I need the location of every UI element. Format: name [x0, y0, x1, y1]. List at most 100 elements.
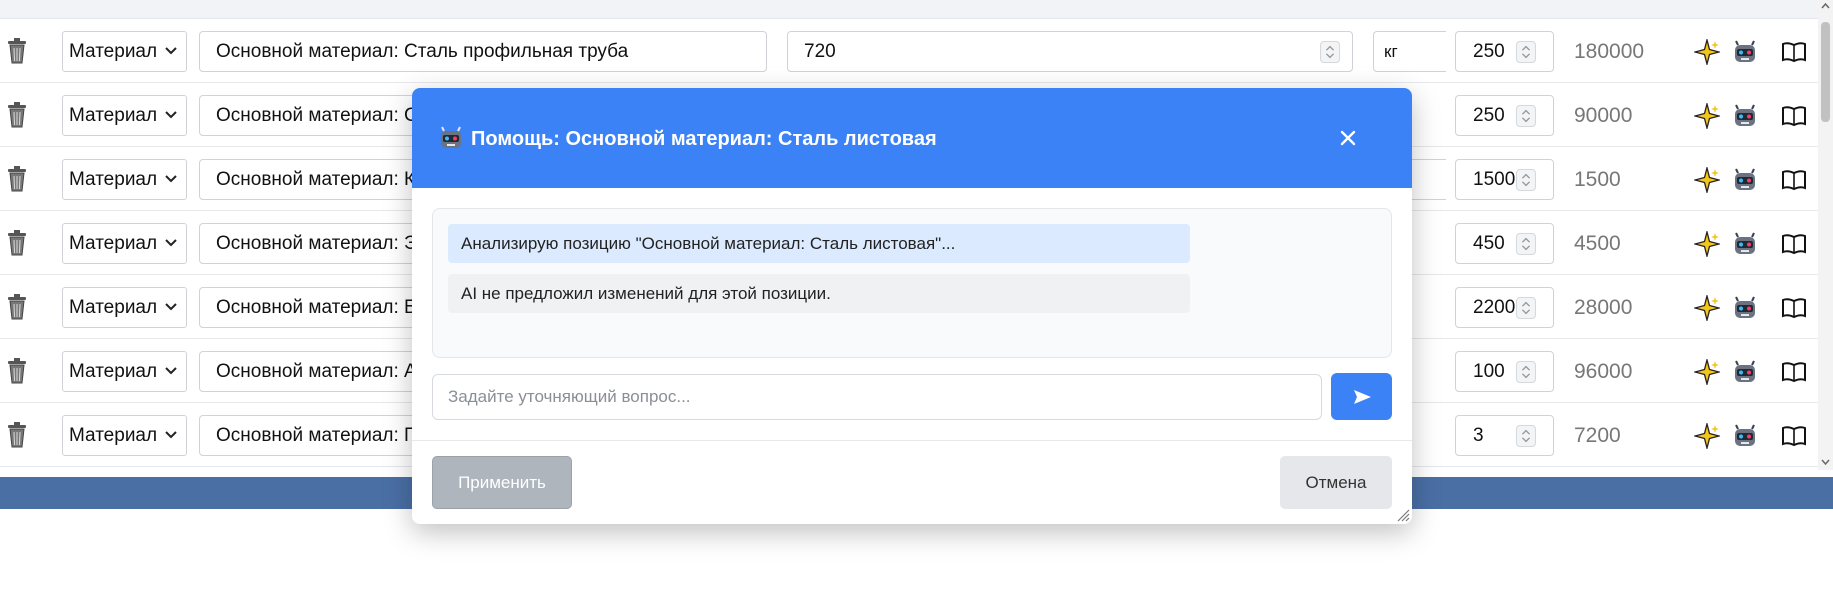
question-input[interactable] — [432, 374, 1322, 420]
page: Материал Основной материал: Сталь профил… — [0, 0, 1833, 595]
type-select-value: Материал — [69, 296, 158, 318]
chevron-down-icon — [165, 239, 177, 247]
send-button[interactable] — [1331, 373, 1392, 420]
modal-divider — [412, 440, 1412, 441]
type-select[interactable]: Материал — [62, 95, 187, 136]
sparkle-icon[interactable] — [1694, 231, 1720, 257]
price-input[interactable]: 100 — [1455, 351, 1554, 392]
spinner-icon[interactable] — [1516, 297, 1536, 319]
sparkle-icon[interactable] — [1694, 423, 1720, 449]
book-icon[interactable] — [1781, 295, 1807, 321]
total-value: 1500 — [1574, 167, 1621, 191]
spinner-icon[interactable] — [1516, 41, 1536, 63]
total-value: 96000 — [1574, 359, 1633, 383]
price-input[interactable]: 2200 — [1455, 287, 1554, 328]
table-row: Материал Основной материал: Сталь профил… — [0, 19, 1818, 83]
chevron-down-icon — [165, 111, 177, 119]
type-select[interactable]: Материал — [62, 31, 187, 72]
robot-icon — [441, 126, 461, 148]
type-select-value: Материал — [69, 360, 158, 382]
total-value: 7200 — [1574, 423, 1621, 447]
scroll-down-icon[interactable] — [1821, 458, 1830, 466]
book-icon[interactable] — [1781, 167, 1807, 193]
spinner-icon[interactable] — [1516, 169, 1536, 191]
sparkle-icon[interactable] — [1694, 359, 1720, 385]
book-icon[interactable] — [1781, 423, 1807, 449]
trash-icon[interactable] — [4, 293, 30, 321]
price-value: 3 — [1473, 424, 1484, 446]
price-value: 250 — [1473, 104, 1505, 126]
price-input[interactable]: 250 — [1455, 95, 1554, 136]
scroll-up-icon[interactable] — [1821, 2, 1830, 10]
robot-icon[interactable] — [1732, 423, 1758, 449]
price-value: 250 — [1473, 40, 1505, 62]
chat-message: AI не предложил изменений для этой позиц… — [448, 274, 1190, 313]
robot-icon[interactable] — [1732, 103, 1758, 129]
send-icon — [1353, 389, 1371, 404]
sparkle-icon[interactable] — [1694, 39, 1720, 65]
name-value: Основной материал: Сталь профильная труб… — [216, 40, 629, 62]
price-value: 1500 — [1473, 168, 1516, 190]
total-value: 28000 — [1574, 295, 1633, 319]
type-select[interactable]: Материал — [62, 223, 187, 264]
price-input[interactable]: 450 — [1455, 223, 1554, 264]
trash-icon[interactable] — [4, 101, 30, 129]
name-value: Основной материал: Кре — [216, 168, 437, 190]
unit-input[interactable]: кг — [1373, 31, 1446, 72]
type-select[interactable]: Материал — [62, 351, 187, 392]
chat-message: Анализирую позицию "Основной материал: С… — [448, 224, 1190, 263]
quantity-value: 720 — [804, 40, 836, 62]
spinner-icon[interactable] — [1516, 105, 1536, 127]
total-value: 4500 — [1574, 231, 1621, 255]
price-input[interactable]: 3 — [1455, 415, 1554, 456]
book-icon[interactable] — [1781, 39, 1807, 65]
type-select-value: Материал — [69, 104, 158, 126]
robot-icon[interactable] — [1732, 295, 1758, 321]
trash-icon[interactable] — [4, 165, 30, 193]
price-value: 2200 — [1473, 296, 1516, 318]
type-select-value: Материал — [69, 424, 158, 446]
name-value: Основной материал: Бет — [216, 296, 436, 318]
name-input[interactable]: Основной материал: Сталь профильная труб… — [199, 31, 767, 72]
table-header — [0, 0, 1833, 19]
spinner-icon[interactable] — [1516, 233, 1536, 255]
resize-handle-icon[interactable] — [1394, 506, 1410, 522]
spinner-icon[interactable] — [1516, 361, 1536, 383]
sparkle-icon[interactable] — [1694, 295, 1720, 321]
type-select[interactable]: Материал — [62, 415, 187, 456]
trash-icon[interactable] — [4, 229, 30, 257]
chevron-down-icon — [165, 367, 177, 375]
scrollbar-thumb[interactable] — [1821, 22, 1830, 122]
book-icon[interactable] — [1781, 359, 1807, 385]
robot-icon[interactable] — [1732, 39, 1758, 65]
price-value: 100 — [1473, 360, 1505, 382]
type-select-value: Материал — [69, 40, 158, 62]
apply-button[interactable]: Применить — [432, 456, 572, 509]
type-select[interactable]: Материал — [62, 159, 187, 200]
price-input[interactable]: 250 — [1455, 31, 1554, 72]
sparkle-icon[interactable] — [1694, 167, 1720, 193]
name-value: Основной материал: Пес — [216, 424, 438, 446]
book-icon[interactable] — [1781, 103, 1807, 129]
quantity-input[interactable]: 720 — [787, 31, 1353, 72]
robot-icon[interactable] — [1732, 231, 1758, 257]
robot-icon[interactable] — [1732, 167, 1758, 193]
spinner-icon[interactable] — [1320, 41, 1340, 63]
name-value: Основной материал: Арм — [216, 360, 441, 382]
trash-icon[interactable] — [4, 357, 30, 385]
book-icon[interactable] — [1781, 231, 1807, 257]
close-icon[interactable] — [1336, 126, 1360, 150]
type-select-value: Материал — [69, 168, 158, 190]
price-input[interactable]: 1500 — [1455, 159, 1554, 200]
vertical-scrollbar[interactable] — [1818, 0, 1833, 470]
trash-icon[interactable] — [4, 37, 30, 65]
cancel-button[interactable]: Отмена — [1280, 456, 1392, 509]
total-value: 180000 — [1574, 39, 1645, 63]
robot-icon[interactable] — [1732, 359, 1758, 385]
sparkle-icon[interactable] — [1694, 103, 1720, 129]
spinner-icon[interactable] — [1516, 425, 1536, 447]
type-select-value: Материал — [69, 232, 158, 254]
name-value: Основной материал: Ста — [216, 104, 437, 126]
type-select[interactable]: Материал — [62, 287, 187, 328]
trash-icon[interactable] — [4, 421, 30, 449]
